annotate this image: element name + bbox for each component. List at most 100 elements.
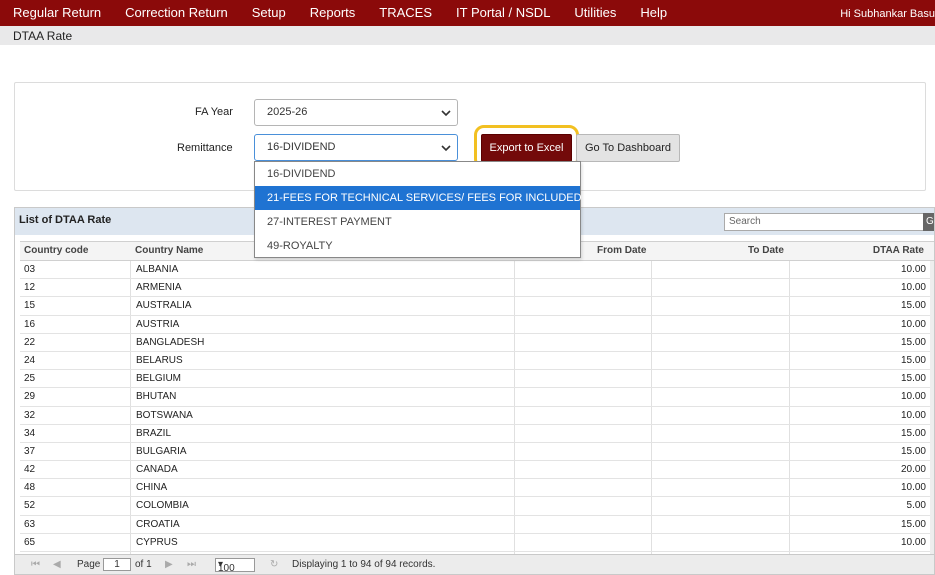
- table-row[interactable]: 12 ARMENIA 10.00: [20, 279, 930, 298]
- cell-dtaa-rate: 10.00: [900, 536, 926, 548]
- table-row[interactable]: 37 BULGARIA 15.00: [20, 443, 930, 462]
- cell-country-code: 15: [24, 300, 36, 312]
- user-greeting[interactable]: Hi Subhankar Basu: [840, 0, 935, 28]
- cell-dtaa-rate: 10.00: [900, 391, 926, 403]
- remittance-label: Remittance: [177, 142, 233, 154]
- search-input[interactable]: Search: [724, 213, 924, 231]
- nav-help[interactable]: Help: [628, 0, 679, 26]
- cell-country-code: 25: [24, 373, 36, 385]
- breadcrumb-bar: DTAA Rate: [0, 26, 935, 45]
- page-label: Page: [77, 559, 101, 570]
- table-row[interactable]: 48 CHINA 10.00: [20, 479, 930, 498]
- cell-dtaa-rate: 5.00: [906, 500, 926, 512]
- col-to-date[interactable]: To Date: [748, 242, 784, 260]
- nav-utilities[interactable]: Utilities: [562, 0, 628, 26]
- col-country-code[interactable]: Country code: [24, 242, 88, 260]
- page-size-select[interactable]: 100 ▾: [215, 558, 255, 574]
- cell-dtaa-rate: 15.00: [900, 373, 926, 385]
- cell-country-code: 16: [24, 318, 36, 330]
- cell-country-code: 12: [24, 282, 36, 294]
- remittance-select[interactable]: 16-DIVIDEND: [254, 134, 458, 161]
- cell-dtaa-rate: 15.00: [900, 445, 926, 457]
- nav-traces[interactable]: TRACES: [367, 0, 444, 26]
- cell-dtaa-rate: 15.00: [900, 336, 926, 348]
- remittance-value: 16-DIVIDEND: [267, 141, 336, 153]
- cell-country-name: BHUTAN: [136, 391, 177, 403]
- cell-dtaa-rate: 10.00: [900, 264, 926, 275]
- table-row[interactable]: 03 ALBANIA 10.00: [20, 261, 930, 280]
- cell-country-code: 29: [24, 391, 36, 403]
- go-to-dashboard-button[interactable]: Go To Dashboard: [576, 134, 680, 162]
- cell-country-code: 34: [24, 427, 36, 439]
- cell-dtaa-rate: 15.00: [900, 427, 926, 439]
- cell-dtaa-rate: 10.00: [900, 482, 926, 494]
- cell-country-name: COLOMBIA: [136, 500, 189, 512]
- cell-dtaa-rate: 15.00: [900, 354, 926, 366]
- table-row[interactable]: 63 CROATIA 15.00: [20, 516, 930, 534]
- table-row[interactable]: 22 BANGLADESH 15.00: [20, 334, 930, 352]
- dropdown-option[interactable]: 49-ROYALTY: [255, 234, 580, 258]
- dropdown-option[interactable]: 16-DIVIDEND: [255, 162, 580, 186]
- cell-country-name: BULGARIA: [136, 445, 187, 457]
- cell-country-code: 22: [24, 336, 36, 348]
- dropdown-option[interactable]: 27-INTEREST PAYMENT: [255, 210, 580, 234]
- next-page-icon[interactable]: ▶: [165, 559, 173, 570]
- fa-year-label: FA Year: [195, 106, 233, 118]
- cell-country-code: 03: [24, 264, 36, 275]
- table-body: 03 ALBANIA 10.00 12 ARMENIA 10.00 15 AUSTRALIA 1…: [20, 261, 930, 552]
- cell-country-name: AUSTRALIA: [136, 300, 192, 312]
- cell-country-name: CHINA: [136, 482, 168, 494]
- nav-correction-return[interactable]: Correction Return: [113, 0, 240, 26]
- cell-country-code: 24: [24, 354, 36, 366]
- cell-country-code: 42: [24, 464, 36, 476]
- table-row[interactable]: 34 BRAZIL 15.00: [20, 425, 930, 443]
- table-row[interactable]: 25 BELGIUM 15.00: [20, 370, 930, 389]
- fa-year-select[interactable]: 2025-26: [254, 99, 458, 126]
- cell-country-name: CYPRUS: [136, 536, 178, 548]
- cell-dtaa-rate: 10.00: [900, 318, 926, 330]
- table-row[interactable]: 15 AUSTRALIA 15.00: [20, 297, 930, 316]
- fa-year-value: 2025-26: [267, 106, 308, 118]
- cell-country-code: 32: [24, 409, 36, 421]
- nav-it-portal-nsdl[interactable]: IT Portal / NSDL: [444, 0, 562, 26]
- cell-country-name: CANADA: [136, 464, 178, 476]
- nav-setup[interactable]: Setup: [240, 0, 298, 26]
- page-size-value: 100: [218, 563, 235, 574]
- cell-country-code: 37: [24, 445, 36, 457]
- dropdown-option[interactable]: 21-FEES FOR TECHNICAL SERVICES/ FEES FOR…: [255, 186, 640, 210]
- table-row[interactable]: 32 BOTSWANA 10.00: [20, 407, 930, 425]
- table-row[interactable]: 29 BHUTAN 10.00: [20, 388, 930, 407]
- table-row[interactable]: 42 CANADA 20.00: [20, 461, 930, 480]
- col-dtaa-rate[interactable]: DTAA Rate: [873, 242, 924, 260]
- vertical-scrollbar[interactable]: [930, 261, 934, 554]
- table-row[interactable]: 52 COLOMBIA 5.00: [20, 497, 930, 516]
- cell-country-name: CROATIA: [136, 518, 180, 530]
- cell-country-name: AUSTRIA: [136, 318, 180, 330]
- nav-regular-return[interactable]: Regular Return: [0, 0, 113, 26]
- table-row[interactable]: 16 AUSTRIA 10.00: [20, 316, 930, 334]
- col-from-date[interactable]: From Date: [597, 242, 646, 260]
- first-page-icon[interactable]: ⏮: [31, 559, 40, 570]
- cell-country-name: BELGIUM: [136, 373, 182, 385]
- refresh-icon[interactable]: ↻: [270, 559, 278, 570]
- chevron-down-icon: [441, 110, 451, 117]
- col-country-name[interactable]: Country Name: [135, 242, 203, 260]
- cell-country-code: 52: [24, 500, 36, 512]
- pager-status: Displaying 1 to 94 of 94 records.: [292, 559, 436, 570]
- cell-country-code: 48: [24, 482, 36, 494]
- search-go-button[interactable]: G: [923, 213, 934, 231]
- table-row[interactable]: 24 BELARUS 15.00: [20, 352, 930, 371]
- pager-bar: ⏮ ◀ Page 1 of 1 ▶ ⏭ 100 ▾ ↻ Displaying 1…: [15, 554, 934, 574]
- last-page-icon[interactable]: ⏭: [187, 559, 196, 570]
- table-row[interactable]: 65 CYPRUS 10.00: [20, 534, 930, 552]
- cell-dtaa-rate: 15.00: [900, 518, 926, 530]
- chevron-down-icon: [441, 145, 451, 152]
- cell-country-code: 65: [24, 536, 36, 548]
- nav-reports[interactable]: Reports: [298, 0, 368, 26]
- page-number-input[interactable]: 1: [103, 558, 131, 571]
- cell-dtaa-rate: 15.00: [900, 300, 926, 312]
- cell-country-name: BELARUS: [136, 354, 183, 366]
- prev-page-icon[interactable]: ◀: [53, 559, 61, 570]
- cell-country-name: BRAZIL: [136, 427, 172, 439]
- export-to-excel-button[interactable]: Export to Excel: [481, 134, 572, 162]
